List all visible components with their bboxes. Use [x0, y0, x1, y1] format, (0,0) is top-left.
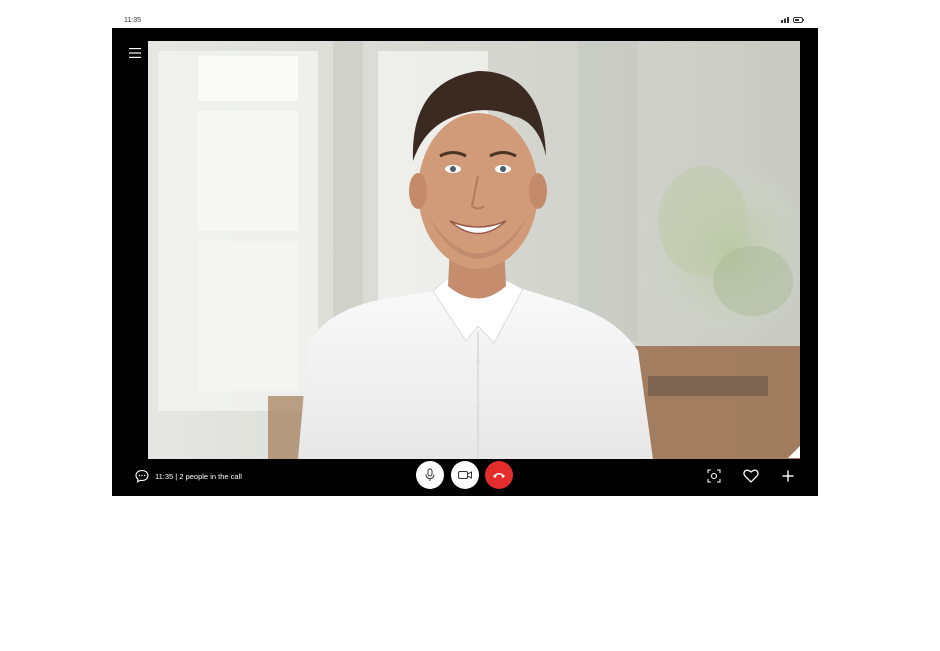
status-icons [781, 17, 804, 25]
hamburger-menu-icon [129, 48, 141, 58]
snapshot-button[interactable] [705, 467, 723, 485]
plus-icon [782, 470, 794, 482]
heart-icon [743, 469, 759, 483]
call-control-bar: 11:35 | 2 people in the call [112, 459, 818, 496]
camera-button[interactable] [451, 461, 479, 489]
phone-hangup-icon [493, 473, 505, 478]
battery-icon [793, 17, 804, 25]
video-call-window: 11:35 | 2 people in the call [112, 28, 818, 496]
snapshot-icon [707, 469, 721, 483]
signal-icon [781, 17, 789, 25]
microphone-button[interactable] [416, 461, 444, 489]
status-bar: 11:35 [112, 12, 818, 28]
status-time: 11:35 [124, 17, 141, 24]
add-button[interactable] [779, 467, 797, 485]
participant-video [148, 41, 800, 459]
chat-bubble-icon [135, 469, 149, 483]
chat-button[interactable] [134, 468, 150, 484]
microphone-icon [425, 468, 435, 481]
video-camera-icon [458, 471, 472, 479]
call-status-text: 11:35 | 2 people in the call [155, 472, 242, 481]
participant-video-frame [148, 41, 800, 459]
heart-button[interactable] [742, 467, 760, 485]
end-call-button[interactable] [485, 461, 513, 489]
menu-button[interactable] [128, 46, 142, 60]
video-corner-marker [788, 446, 800, 458]
